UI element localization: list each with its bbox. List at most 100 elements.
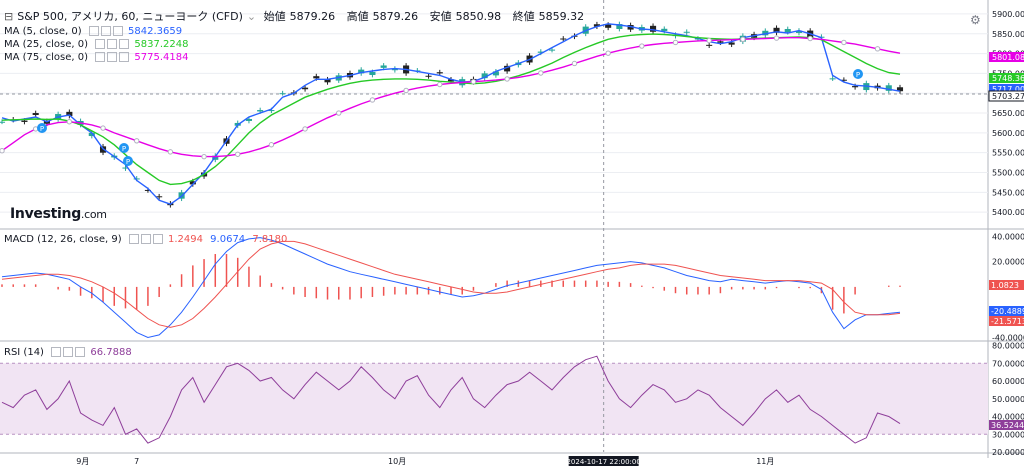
x-tick-label: 10月: [388, 457, 406, 466]
settings-icon: ⚙: [970, 13, 981, 27]
y-tick-label: 5900.00: [992, 10, 1024, 19]
close-value: 5859.32: [538, 10, 585, 23]
candle-body: [302, 87, 309, 90]
x-tick-label: 2024-10-17 22:00:00: [566, 458, 640, 466]
price-label: -20.4889: [991, 307, 1024, 316]
rsi-value: 66.7888: [90, 347, 132, 358]
price-label: 36.5244: [991, 421, 1024, 430]
ma75-marker: [167, 149, 174, 155]
close-icon[interactable]: [75, 347, 86, 357]
eye-icon[interactable]: [88, 26, 99, 36]
candle-body: [548, 49, 556, 51]
brand-name: Investing: [10, 206, 81, 222]
ma75-marker: [740, 36, 746, 42]
ma75-legend[interactable]: MA (75, close, 0) 5775.4184: [4, 52, 192, 63]
ma75-marker: [571, 60, 578, 67]
candle-body: [279, 93, 286, 95]
eye-icon[interactable]: [95, 39, 106, 49]
symbol-header: ⊟ S&P 500, アメリカ, 60, ニューヨーク (CFD) ⌄ 始値 5879…: [4, 8, 588, 24]
ma25-label: MA (25, close, 0): [4, 39, 89, 50]
y-tick-label: 5450.00: [992, 188, 1024, 197]
ma75-marker: [874, 46, 881, 52]
ma75-marker: [672, 39, 679, 46]
ma75-marker: [773, 35, 780, 41]
ma75-marker: [134, 138, 140, 144]
settings-icon[interactable]: [140, 234, 151, 244]
y-tick-label: 70.0000: [992, 359, 1024, 368]
close-icon[interactable]: [119, 39, 130, 49]
y-tick-label: 50.0000: [992, 395, 1024, 404]
ma75-marker: [605, 50, 611, 56]
dividend-marker-letter: P: [126, 158, 130, 166]
ma25-legend[interactable]: MA (25, close, 0) 5837.2248: [4, 39, 192, 50]
y-tick-label: 30.0000: [992, 430, 1024, 439]
x-tick-label: 11月: [756, 457, 774, 466]
y-tick-label: 80.0000: [992, 342, 1024, 351]
ma75-label: MA (75, close, 0): [4, 52, 89, 63]
chart-stage[interactable]: 5900.005850.005800.005750.005700.005650.…: [0, 0, 1024, 466]
ma75-marker: [538, 70, 544, 76]
ma75-marker: [235, 151, 241, 157]
rsi-legend[interactable]: RSI (14) 66.7888: [4, 347, 136, 358]
price-label: 5801.08: [992, 53, 1024, 62]
close-icon[interactable]: [112, 26, 123, 36]
settings-icon[interactable]: [63, 347, 74, 357]
rsi-band: [0, 363, 988, 435]
eye-icon[interactable]: [128, 234, 139, 244]
eye-icon[interactable]: [95, 52, 106, 62]
candle-body: [425, 75, 432, 77]
y-tick-label: 5400.00: [992, 208, 1024, 217]
candle-body: [32, 113, 39, 116]
settings-icon[interactable]: [107, 39, 118, 49]
y-tick-label: 60.0000: [992, 377, 1024, 386]
candle-body: [380, 65, 387, 68]
close-icon[interactable]: [152, 234, 163, 244]
open-label: 始値: [263, 10, 286, 23]
candle-body: [661, 28, 668, 31]
ma75-marker: [403, 87, 409, 94]
rsi-label: RSI (14): [4, 347, 44, 358]
candle-body: [605, 24, 612, 28]
settings-icon[interactable]: [100, 26, 111, 36]
ma75-marker: [201, 153, 207, 160]
ma5-legend[interactable]: MA (5, close, 0) 5842.3659: [4, 26, 186, 37]
candle-body: [728, 42, 735, 45]
ma75-marker: [336, 110, 342, 116]
close-icon[interactable]: [119, 52, 130, 62]
dividend-marker-letter: P: [40, 125, 44, 133]
ma75-marker: [504, 76, 510, 82]
chart-svg[interactable]: 5900.005850.005800.005750.005700.005650.…: [0, 0, 1024, 466]
x-tick-label: 7: [134, 457, 139, 466]
candle-body: [257, 110, 264, 112]
y-tick-label: 40.0000: [992, 232, 1024, 241]
y-tick-label: 5850.00: [992, 30, 1024, 39]
eye-icon[interactable]: [51, 347, 62, 357]
candle-body: [560, 38, 567, 40]
ma75-marker: [66, 119, 73, 125]
price-label: 1.0823: [991, 281, 1019, 290]
ma75-marker: [369, 97, 376, 103]
macd-legend[interactable]: MACD (12, 26, close, 9) 1.2494 9.0674 7.…: [4, 234, 291, 245]
macd-signal-value: 7.8180: [252, 234, 288, 245]
ma5-label: MA (5, close, 0): [4, 26, 82, 37]
high-label: 高値: [346, 10, 369, 23]
candle-body: [683, 31, 690, 33]
ma75-marker: [100, 125, 106, 131]
close-label: 終値: [512, 10, 535, 23]
low-label: 安値: [429, 10, 452, 23]
candle-body: [436, 72, 443, 74]
macd-label: MACD (12, 26, close, 9): [4, 234, 122, 245]
candle-body: [706, 44, 713, 46]
collapse-icon[interactable]: ⊟: [4, 10, 13, 23]
settings-icon[interactable]: [107, 52, 118, 62]
macd-hist-value: 1.2494: [167, 234, 203, 245]
price-label: 5703.27: [992, 92, 1024, 101]
ma75-marker: [437, 81, 443, 88]
candle-body: [784, 28, 791, 33]
investing-logo: Investing.com: [10, 206, 107, 222]
y-tick-label: 20.0000: [992, 448, 1024, 457]
y-tick-label: 5650.00: [992, 109, 1024, 118]
dropdown-icon[interactable]: ⌄: [247, 10, 256, 23]
symbol-title: S&P 500, アメリカ, 60, ニューヨーク (CFD): [17, 10, 243, 23]
macd-line-value: 9.0674: [210, 234, 246, 245]
